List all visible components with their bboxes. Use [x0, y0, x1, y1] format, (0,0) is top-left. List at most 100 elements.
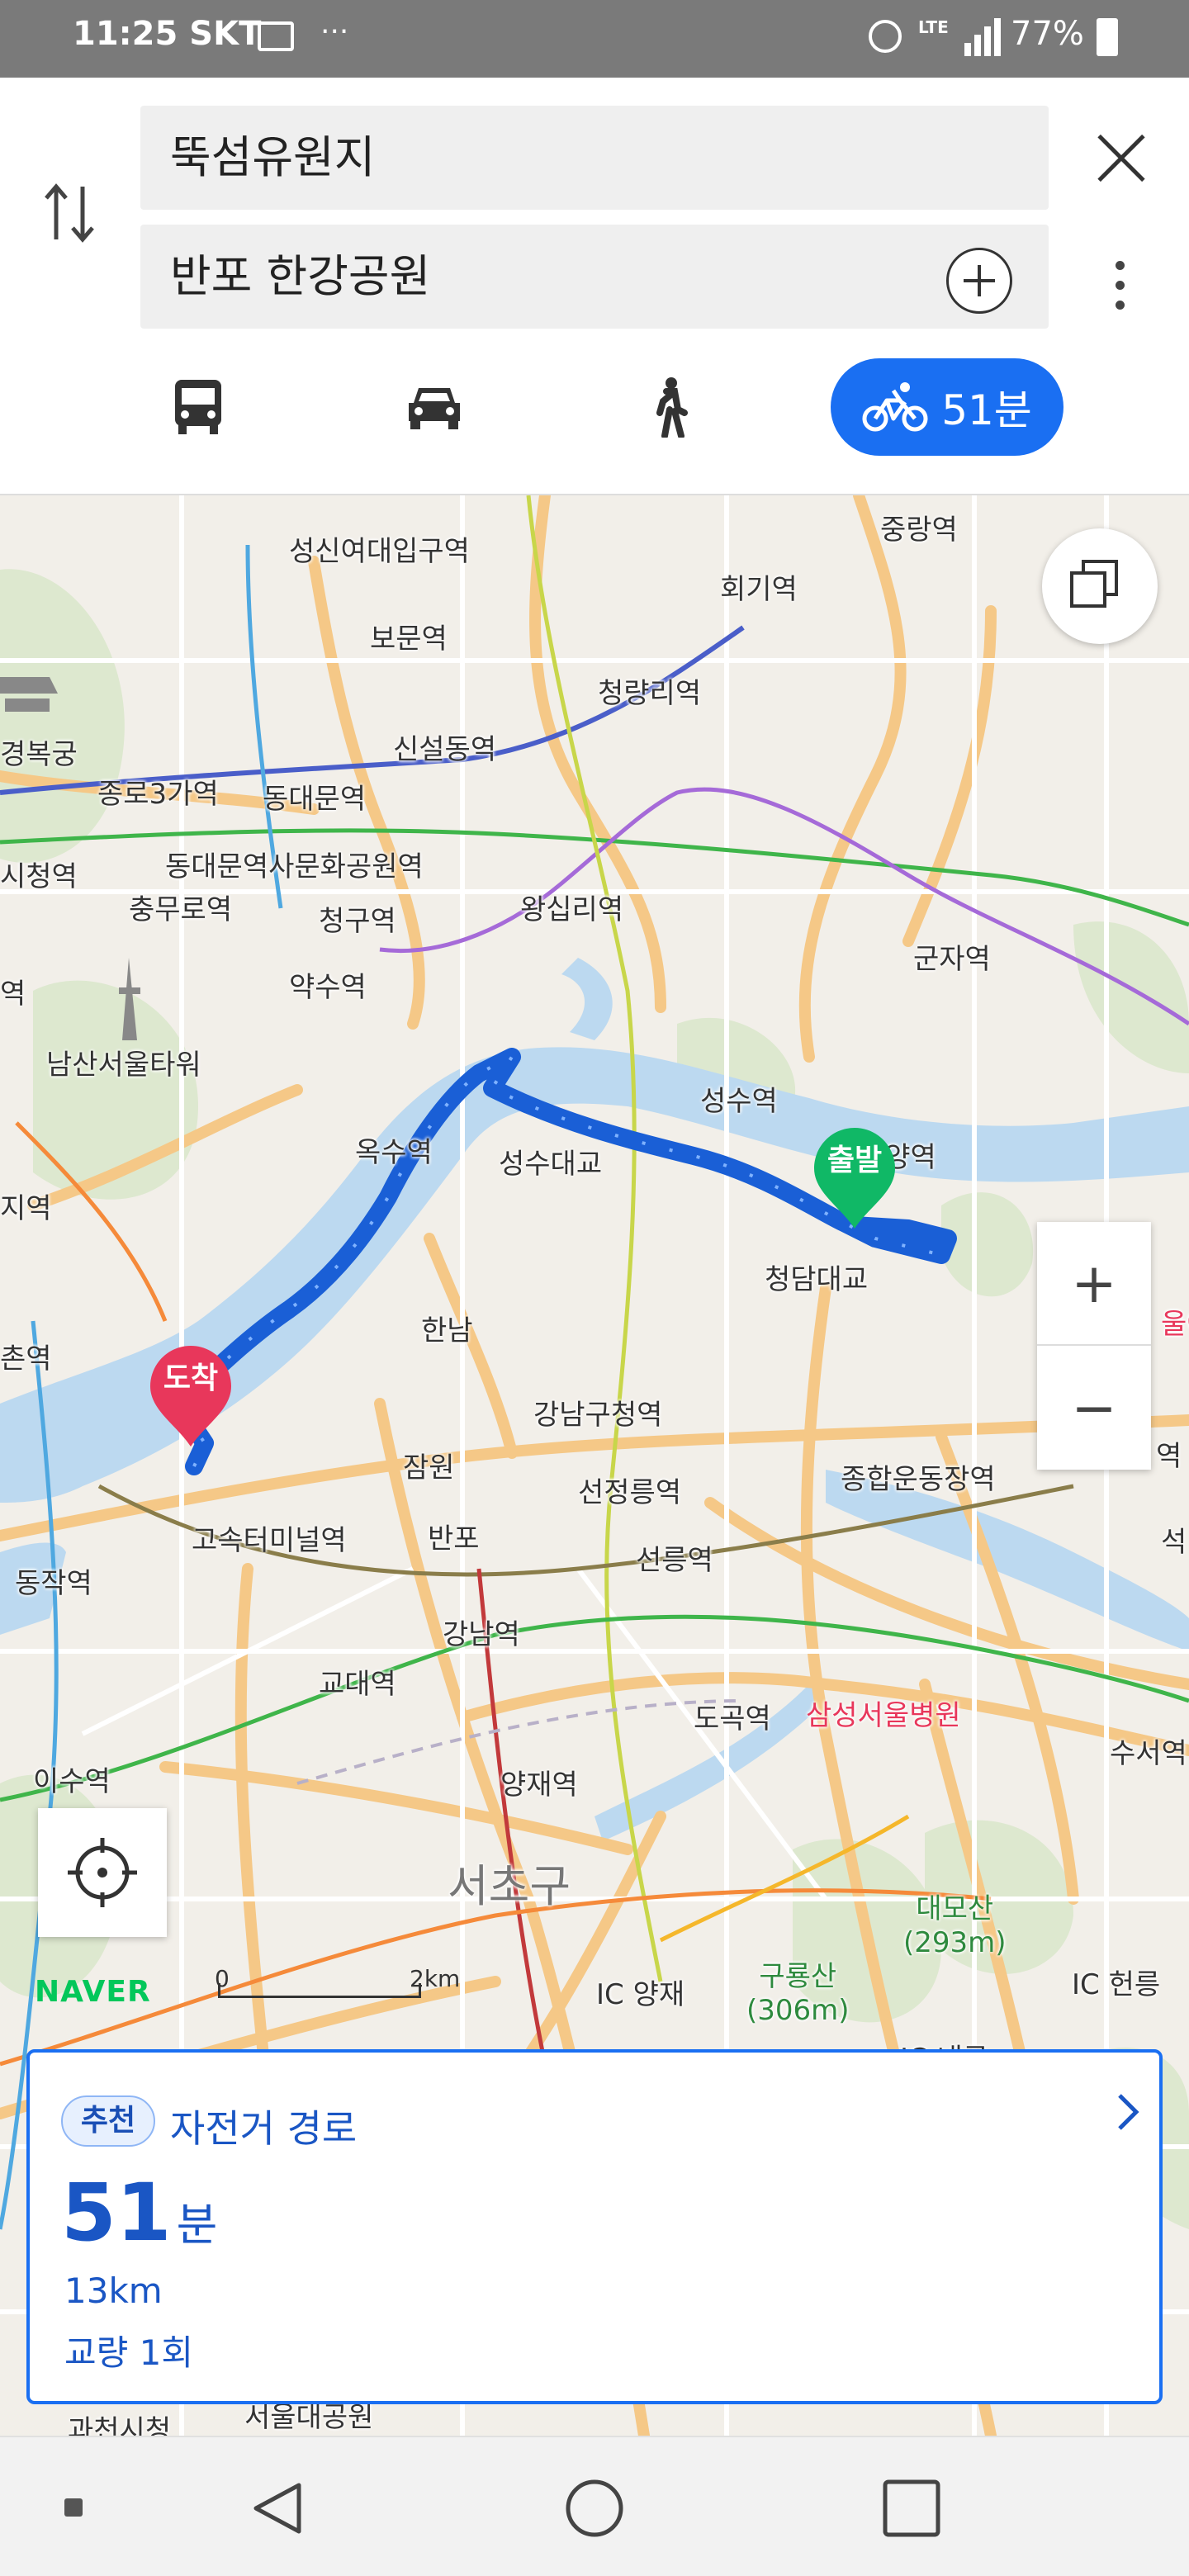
car-icon: [409, 388, 460, 429]
add-waypoint-button[interactable]: [946, 248, 1012, 314]
zoom-in-button[interactable]: +: [1037, 1222, 1151, 1346]
map-label: 반포: [428, 1522, 480, 1556]
crosshair-icon: [68, 1838, 137, 1907]
battery-icon: [1097, 18, 1118, 56]
layers-icon: [1070, 560, 1118, 608]
map-label: 고속터미널역: [192, 1524, 347, 1557]
bike-time: 51분: [941, 386, 1032, 434]
map-label: 교대역: [319, 1668, 396, 1701]
end-pin-label: 도착: [163, 1361, 219, 1395]
map-label: 청구역: [319, 905, 396, 938]
map-label: 종합운동장역: [841, 1463, 996, 1496]
map-label: 남산서울타워: [46, 1049, 201, 1082]
district-label: 서초구: [448, 1860, 571, 1912]
scale-bar: [218, 1983, 421, 1998]
duration-unit: 분: [176, 2199, 218, 2251]
map-label: 한남: [421, 1314, 473, 1347]
signal-icon: [964, 18, 1001, 56]
destination-text: 반포 한강공원: [170, 250, 431, 302]
route-bridge-count: 교량 1회: [64, 2332, 193, 2373]
recommended-badge: 추천: [61, 2095, 155, 2147]
network-type: LTE: [918, 17, 949, 37]
chevron-right-icon[interactable]: [1111, 2091, 1144, 2133]
close-icon[interactable]: [1095, 132, 1148, 185]
home-icon[interactable]: [563, 2477, 626, 2540]
car-mode-button[interactable]: [393, 358, 476, 456]
bus-icon: [175, 380, 221, 434]
map-label: 동작역: [15, 1567, 92, 1600]
naver-logo: NAVER: [35, 1975, 151, 2009]
map-label: 선릉역: [636, 1544, 713, 1577]
overflow-notification-icon: ···: [320, 15, 349, 49]
map-label: 옥수역: [355, 1136, 433, 1169]
bike-icon: [862, 382, 928, 432]
map-label: 잠원: [403, 1451, 455, 1485]
route-duration: 51 분: [61, 2166, 217, 2259]
route-type: 자전거 경로: [170, 2106, 358, 2151]
map-label: 약수역: [289, 971, 367, 1004]
map-label: 보문역: [370, 623, 448, 656]
my-location-button[interactable]: [38, 1808, 167, 1937]
swap-icon[interactable]: [40, 180, 99, 246]
route-summary-card[interactable]: 추천 자전거 경로 51 분 13km 교량 1회: [26, 2049, 1163, 2404]
recents-icon[interactable]: [882, 2479, 941, 2538]
start-pin-label: 출발: [827, 1144, 883, 1177]
battery-percent: 77%: [1011, 15, 1084, 53]
map-label: IC 헌릉: [1072, 1968, 1161, 2001]
map-label: 역: [0, 978, 26, 1011]
map-label: 경복궁: [0, 738, 78, 771]
origin-input[interactable]: 뚝섬유원지: [140, 106, 1049, 210]
map-label: 신설동역: [393, 733, 497, 766]
mountain-name: 대모산: [916, 1892, 994, 1925]
alarm-icon: [869, 20, 902, 53]
map-label: 역: [1156, 1440, 1182, 1473]
mountain-height: (306m): [746, 1994, 850, 2027]
map-label: 울어: [1161, 1308, 1189, 1341]
status-bar: 11:25 SKT ··· LTE 77%: [0, 0, 1189, 78]
map-scale: 0 2km: [215, 1965, 462, 2011]
map-label: 도곡역: [694, 1702, 771, 1735]
map-label: IC 양재: [596, 1978, 685, 2011]
transit-mode-button[interactable]: [157, 358, 239, 456]
nav-indicator-icon: [64, 2498, 83, 2517]
duration-value: 51: [61, 2166, 172, 2259]
route-search-panel: 뚝섬유원지 반포 한강공원 51분: [0, 78, 1189, 495]
map-label: 수서역: [1110, 1737, 1187, 1770]
map-label: 과천시청: [68, 2414, 172, 2436]
map-label: 회기역: [720, 573, 798, 606]
walk-mode-button[interactable]: [628, 358, 710, 456]
mountain-name: 구룡산: [759, 1960, 837, 1993]
map-label: 군자역: [913, 943, 991, 976]
zoom-out-button[interactable]: −: [1037, 1346, 1151, 1470]
bike-mode-button[interactable]: 51분: [831, 358, 1063, 456]
system-nav-bar: [0, 2436, 1189, 2576]
route-distance: 13km: [64, 2271, 163, 2311]
map-label: 강남구청역: [533, 1399, 663, 1432]
more-options-icon[interactable]: [1110, 261, 1130, 320]
map-label: 지역: [0, 1192, 52, 1225]
map-label: 청량리역: [598, 677, 702, 710]
start-pin[interactable]: 출발: [811, 1125, 898, 1232]
map-layers-button[interactable]: [1042, 528, 1158, 644]
map-label: 성수대교: [499, 1148, 603, 1181]
map-label: 왕십리역: [520, 893, 624, 926]
map-label: 충무로역: [129, 893, 233, 926]
map-label: 종로3가역: [97, 778, 219, 811]
map-label: 중랑역: [880, 514, 958, 547]
map-label: 삼성서울병원: [806, 1699, 961, 1732]
map-label: 동대문역: [263, 783, 367, 816]
map-label: 촌역: [0, 1342, 52, 1376]
back-icon[interactable]: [248, 2479, 307, 2538]
map-label: 석: [1161, 1526, 1187, 1559]
map-label: 성수역: [700, 1085, 778, 1118]
mountain-label: 구룡산 (306m): [746, 1953, 850, 2027]
map-label: 선정릉역: [578, 1476, 682, 1509]
end-pin[interactable]: 도착: [147, 1342, 234, 1450]
mountain-height: (293m): [903, 1926, 1007, 1959]
map-label: 시청역: [0, 860, 78, 893]
mountain-label: 대모산 (293m): [903, 1886, 1007, 1959]
map-label: 이수역: [33, 1765, 111, 1798]
destination-input[interactable]: 반포 한강공원: [140, 225, 1049, 329]
map-label: 성신여대입구역: [289, 535, 470, 568]
zoom-control: + −: [1037, 1222, 1151, 1470]
